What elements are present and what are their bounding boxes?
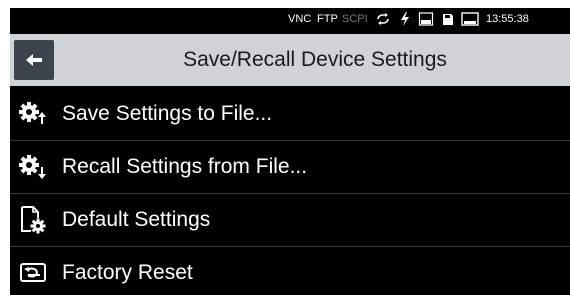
vnc-indicator: VNC [288,13,312,25]
back-arrow-icon [26,54,42,66]
document-gear-icon [18,205,48,235]
ftp-indicator: FTP [317,13,338,25]
menu-item-factory-reset[interactable]: Factory Reset [10,247,570,295]
settings-menu: Save Settings to File... Recall Settings… [10,88,570,295]
page-title: Save/Recall Device Settings [183,48,447,71]
title-bar: Save/Recall Device Settings [10,34,570,86]
log-icon [418,11,434,27]
menu-item-label: Factory Reset [62,261,193,284]
gear-upload-icon [18,99,48,129]
disk-icon [442,11,454,27]
gear-download-icon [18,152,48,182]
loop-icon [375,11,391,27]
menu-item-default-settings[interactable]: Default Settings [10,194,570,247]
menu-item-label: Default Settings [62,208,211,231]
flash-icon [399,11,411,27]
back-button[interactable] [14,40,54,80]
menu-item-label: Recall Settings from File... [62,155,308,178]
factory-reset-icon [18,258,48,288]
clock-time: 13:55:38 [486,13,529,25]
menu-item-label: Save Settings to File... [62,102,273,125]
screen-icon [461,11,479,27]
device-screen: VNC FTP SCPI 13:55:38 Save/Recall Device… [10,8,570,295]
menu-item-recall-settings[interactable]: Recall Settings from File... [10,141,570,194]
menu-item-save-settings[interactable]: Save Settings to File... [10,88,570,141]
status-bar: VNC FTP SCPI 13:55:38 [10,8,570,30]
scpi-indicator: SCPI [342,13,368,25]
